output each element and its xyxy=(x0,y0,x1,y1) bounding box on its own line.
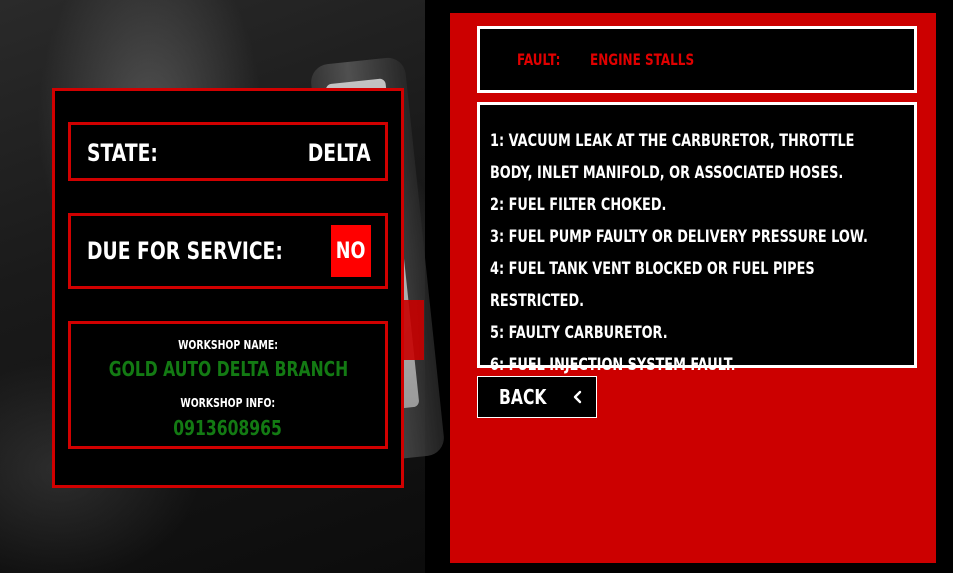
vehicle-info-panel: STATE: DELTA DUE FOR SERVICE: NO WORKSHO… xyxy=(52,88,404,488)
state-label: STATE: xyxy=(87,139,158,167)
service-label: DUE FOR SERVICE: xyxy=(87,237,283,265)
fault-cause-item: 4: Fuel tank vent blocked or fuel pipes … xyxy=(490,259,815,310)
back-button[interactable]: BACK xyxy=(477,376,597,418)
fault-cause-item: 2: Fuel filter choked. xyxy=(490,195,667,214)
fault-cause-item: 5: Faulty carburetor. xyxy=(490,323,668,342)
workshop-name-label-row: WORKSHOP NAME: xyxy=(71,338,385,352)
fault-cause-item: 1: Vacuum leak at the carburetor, thrott… xyxy=(490,131,855,182)
workshop-name-value: GOLD AUTO DELTA BRANCH xyxy=(108,357,348,381)
service-status-value: NO xyxy=(336,238,366,264)
workshop-card: WORKSHOP NAME: GOLD AUTO DELTA BRANCH WO… xyxy=(68,321,388,449)
fault-causes-list: 1: Vacuum leak at the carburetor, thrott… xyxy=(490,125,896,381)
workshop-info-label: WORKSHOP INFO: xyxy=(180,396,276,410)
fault-causes-box: 1: Vacuum leak at the carburetor, thrott… xyxy=(477,102,917,374)
service-row: DUE FOR SERVICE: NO xyxy=(68,213,388,289)
fault-header: FAULT: ENGINE STALLS xyxy=(477,26,917,93)
state-row: STATE: DELTA xyxy=(68,122,388,181)
state-value: DELTA xyxy=(308,139,371,167)
workshop-name-label: WORKSHOP NAME: xyxy=(178,338,278,352)
chevron-left-icon xyxy=(573,390,582,404)
fault-cause-item: 3: Fuel pump faulty or delivery pressure… xyxy=(490,227,868,246)
workshop-info-value-row: 0913608965 xyxy=(71,416,385,440)
app-screen: STATE: DELTA DUE FOR SERVICE: NO WORKSHO… xyxy=(0,0,953,573)
fault-panel: FAULT: ENGINE STALLS 1: Vacuum leak at t… xyxy=(450,13,936,563)
fault-value: ENGINE STALLS xyxy=(590,50,695,69)
fault-label: FAULT: xyxy=(517,50,561,69)
device-accent-strip xyxy=(402,300,424,360)
workshop-info-label-row: WORKSHOP INFO: xyxy=(71,396,385,410)
workshop-info-value: 0913608965 xyxy=(173,416,283,440)
workshop-name-value-row: GOLD AUTO DELTA BRANCH xyxy=(71,357,385,381)
service-status-badge: NO xyxy=(331,225,371,277)
back-button-label: BACK xyxy=(499,385,547,409)
